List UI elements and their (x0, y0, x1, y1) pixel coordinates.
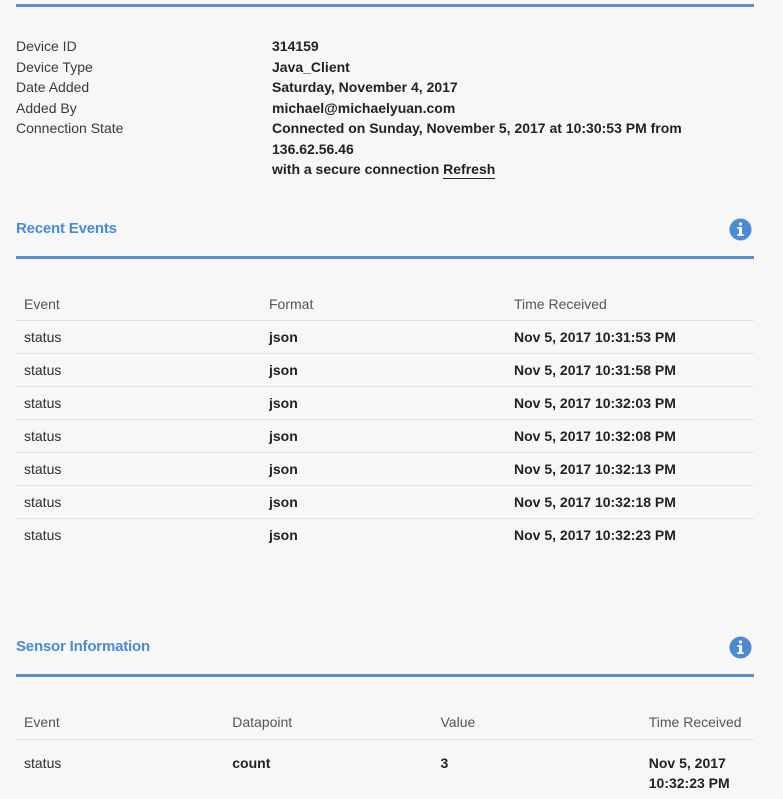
detail-row-connection-state: Connection State Connected on Sunday, No… (16, 118, 756, 180)
table-header-row: Event Datapoint Value Time Received (16, 705, 754, 740)
recent-events-title: Recent Events (16, 220, 117, 237)
value-cell: 3 (440, 755, 449, 771)
column-header-datapoint[interactable]: Datapoint (224, 705, 433, 740)
table-header-row: Event Format Time Received (16, 287, 754, 321)
event-cell: status (24, 527, 62, 543)
event-cell: status (24, 755, 62, 771)
event-cell: status (16, 320, 261, 354)
connection-security-text: with a secure connection (272, 161, 444, 177)
info-icon[interactable] (729, 636, 752, 659)
detail-value: 314159 (272, 38, 319, 54)
format-cell: json (261, 353, 506, 387)
column-header-time-received[interactable]: Time Received (506, 287, 754, 321)
event-cell: status (16, 353, 261, 387)
table-row: status json Nov 5, 2017 10:31:58 PM (16, 353, 754, 387)
table-row: status json Nov 5, 2017 10:32:03 PM (16, 386, 754, 420)
format-cell: json (261, 452, 506, 486)
column-header-time-received[interactable]: Time Received (640, 705, 754, 740)
column-header-event[interactable]: Event (16, 287, 261, 321)
time-received-cell: Nov 5, 2017 10:32:08 PM (506, 419, 754, 453)
time-received-cell: Nov 5, 2017 10:31:58 PM (506, 353, 754, 387)
table-row: status json Nov 5, 2017 10:32:13 PM (16, 452, 754, 486)
recent-events-table: Event Format Time Received status json N… (16, 287, 754, 551)
detail-label: Connection State (16, 120, 124, 136)
format-cell: json (261, 386, 506, 420)
table-row: status json Nov 5, 2017 10:31:53 PM (16, 320, 754, 354)
detail-label: Device ID (16, 38, 77, 54)
detail-value: Java_Client (272, 58, 350, 75)
detail-row-device-id: Device ID 314159 (16, 36, 756, 57)
datapoint-cell: count (232, 755, 271, 771)
recent-events-divider (16, 256, 754, 259)
time-received-cell: Nov 5, 2017 10:32:18 PM (506, 485, 754, 519)
detail-row-added-by: Added By michael@michaelyuan.com (16, 98, 756, 119)
detail-label: Added By (16, 99, 77, 116)
connection-state-value: Connected on Sunday, November 5, 2017 at… (272, 118, 752, 180)
detail-value: michael@michaelyuan.com (272, 99, 456, 116)
column-header-format[interactable]: Format (261, 287, 506, 321)
sensor-information-table: Event Datapoint Value Time Received stat… (16, 705, 754, 793)
top-divider (16, 4, 754, 7)
sensor-information-divider (16, 674, 754, 677)
format-cell: json (261, 320, 506, 354)
table-row: status json Nov 5, 2017 10:32:08 PM (16, 419, 754, 453)
device-details: Device ID 314159 Device Type Java_Client… (16, 36, 756, 180)
format-cell: json (269, 527, 298, 543)
table-row: status json Nov 5, 2017 10:32:18 PM (16, 485, 754, 519)
table-row: status json Nov 5, 2017 10:32:23 PM (16, 519, 754, 552)
time-received-cell: Nov 5, 2017 10:31:53 PM (506, 320, 754, 354)
event-cell: status (16, 485, 261, 519)
time-received-cell: Nov 5, 2017 10:32:03 PM (506, 386, 754, 420)
table-row: status count 3 Nov 5, 2017 10:32:23 PM (16, 740, 754, 794)
column-header-value[interactable]: Value (432, 705, 641, 740)
event-cell: status (16, 452, 261, 486)
detail-label: Date Added (16, 79, 90, 95)
format-cell: json (261, 485, 506, 519)
time-received-cell: Nov 5, 2017 10:32:13 PM (506, 452, 754, 486)
sensor-information-title: Sensor Information (16, 638, 150, 655)
time-received-cell: Nov 5, 2017 10:32:23 PM (514, 527, 676, 543)
time-received-cell: Nov 5, 2017 10:32:23 PM (648, 755, 730, 791)
event-cell: status (16, 419, 261, 453)
detail-label: Device Type (16, 58, 93, 75)
detail-row-device-type: Device Type Java_Client (16, 57, 756, 78)
info-icon[interactable] (729, 218, 752, 241)
format-cell: json (261, 419, 506, 453)
detail-value: Saturday, November 4, 2017 (272, 79, 458, 95)
detail-row-date-added: Date Added Saturday, November 4, 2017 (16, 77, 756, 98)
connection-state-text: Connected on Sunday, November 5, 2017 at… (272, 120, 682, 157)
refresh-link[interactable]: Refresh (443, 161, 496, 179)
event-cell: status (16, 386, 261, 420)
column-header-event[interactable]: Event (16, 705, 225, 740)
